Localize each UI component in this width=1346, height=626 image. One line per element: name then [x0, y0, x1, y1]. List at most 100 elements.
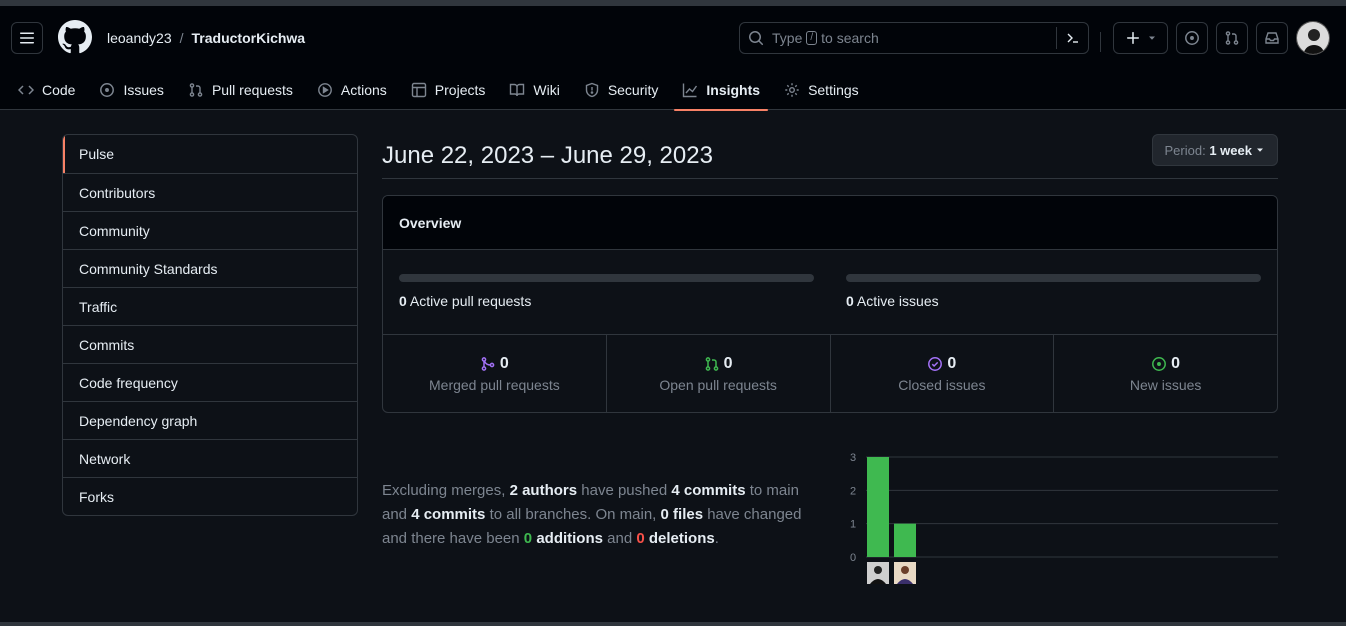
sidebar-item-commits[interactable]: Commits — [63, 325, 357, 363]
stat-label: Closed issues — [898, 376, 986, 393]
active-prs-count: 0 — [399, 293, 407, 309]
stat-label: Open pull requests — [659, 376, 777, 393]
tab-label: Actions — [340, 82, 387, 98]
owner-link[interactable]: leoandy23 — [107, 30, 172, 46]
period-value: 1 week — [1209, 142, 1252, 158]
code-icon — [18, 85, 34, 95]
commit-summary: Excluding merges, 2 authors have pushed … — [382, 479, 822, 551]
issue-opened-icon — [1152, 356, 1167, 371]
chart-bar[interactable] — [867, 457, 889, 557]
open-prs-stat[interactable]: 0 Open pull requests — [605, 335, 830, 412]
tab-label: Wiki — [533, 82, 560, 98]
active-prs-summary[interactable]: 0 Active pull requests — [399, 274, 814, 309]
search-input[interactable]: Type / to search — [739, 22, 1089, 54]
search-placeholder-suffix: to search — [821, 30, 879, 46]
authors-count[interactable]: 2 authors — [510, 482, 578, 499]
files-count: 0 files — [660, 506, 704, 523]
active-prs-label: Active pull requests — [409, 293, 532, 309]
sidebar-item-community-standards[interactable]: Community Standards — [63, 249, 357, 287]
triangle-down-icon — [1257, 148, 1263, 152]
window-bottom-border — [0, 622, 1346, 626]
summary-text: to all branches. On main, — [489, 506, 657, 523]
notifications-button[interactable] — [1256, 22, 1288, 54]
terminal-icon — [1067, 33, 1078, 43]
your-issues-button[interactable] — [1176, 22, 1208, 54]
tab-label: Code — [42, 82, 76, 98]
closed-issues-stat[interactable]: 0 Closed issues — [829, 335, 1054, 412]
sidebar-item-traffic[interactable]: Traffic — [63, 287, 357, 325]
tab-label: Security — [607, 82, 659, 98]
active-issues-bar — [846, 274, 1261, 282]
chart-bar[interactable] — [894, 523, 916, 557]
sidebar-item-contributors[interactable]: Contributors — [63, 173, 357, 211]
sidebar-item-community[interactable]: Community — [63, 211, 357, 249]
tab-code[interactable]: Code — [10, 70, 83, 110]
repo-link[interactable]: TraductorKichwa — [192, 30, 306, 46]
avatar-image — [1297, 22, 1329, 54]
tab-insights[interactable]: Insights — [674, 70, 768, 111]
tab-label: Insights — [706, 82, 761, 98]
author-avatar[interactable] — [867, 562, 889, 584]
table-icon — [411, 82, 426, 98]
menu-button[interactable] — [11, 22, 43, 54]
inbox-icon — [1265, 32, 1279, 44]
overview-stats: 0 Merged pull requests 0 Open pull reque… — [383, 335, 1277, 412]
active-issues-summary[interactable]: 0 Active issues — [846, 274, 1261, 309]
tab-settings[interactable]: Settings — [776, 70, 867, 110]
summary-text: . — [714, 530, 719, 547]
stat-label: New issues — [1129, 376, 1202, 393]
graph-icon — [683, 83, 698, 98]
your-pull-requests-button[interactable] — [1216, 22, 1248, 54]
commits-all-count[interactable]: 4 commits — [411, 506, 485, 523]
issue-opened-icon — [100, 83, 115, 97]
stat-label: Merged pull requests — [429, 376, 560, 393]
insights-sidebar: Pulse Contributors Community Community S… — [62, 134, 358, 516]
sidebar-item-code-frequency[interactable]: Code frequency — [63, 363, 357, 401]
summary-text: have pushed — [581, 482, 668, 499]
tab-label: Projects — [434, 82, 486, 98]
tab-pull-requests[interactable]: Pull requests — [180, 70, 301, 110]
tab-wiki[interactable]: Wiki — [501, 70, 567, 110]
tab-actions[interactable]: Actions — [309, 70, 395, 110]
book-icon — [510, 83, 525, 97]
sidebar-item-network[interactable]: Network — [63, 439, 357, 477]
create-new-button[interactable] — [1113, 22, 1168, 54]
chart-y-tick-label: 0 — [850, 552, 856, 564]
stat-count: 0 — [499, 354, 509, 372]
hamburger-icon — [20, 32, 34, 44]
repo-nav-tabs: Code Issues Pull requests Actions Projec… — [0, 70, 1346, 111]
deletions-word: deletions — [648, 530, 715, 547]
additions-word: additions — [536, 530, 603, 547]
issue-opened-icon — [1185, 31, 1199, 45]
sidebar-item-dependency-graph[interactable]: Dependency graph — [63, 401, 357, 439]
play-icon — [317, 83, 332, 97]
sidebar-item-forks[interactable]: Forks — [63, 477, 357, 515]
breadcrumb-separator: / — [179, 30, 184, 46]
period-select-button[interactable]: Period: 1 week — [1151, 134, 1278, 166]
commits-main-count[interactable]: 4 commits — [671, 482, 745, 499]
summary-text: and — [607, 530, 633, 547]
git-pull-request-icon — [1225, 31, 1239, 45]
merged-prs-stat[interactable]: 0 Merged pull requests — [383, 335, 606, 412]
new-issues-stat[interactable]: 0 New issues — [1053, 335, 1277, 412]
sidebar-item-pulse[interactable]: Pulse — [63, 135, 357, 173]
additions-count: 0 — [523, 530, 533, 547]
triangle-down-icon — [1148, 36, 1155, 40]
search-icon — [749, 31, 764, 46]
active-issues-label: Active issues — [856, 293, 939, 309]
author-avatar[interactable] — [894, 562, 916, 584]
git-merge-icon — [481, 356, 495, 371]
user-avatar[interactable] — [1296, 21, 1330, 55]
github-logo-icon[interactable] — [58, 20, 92, 54]
tab-issues[interactable]: Issues — [91, 70, 171, 110]
tab-projects[interactable]: Projects — [403, 70, 494, 110]
git-pull-request-icon — [189, 83, 203, 97]
title-divider — [382, 178, 1278, 179]
issue-closed-icon — [928, 356, 943, 371]
gear-icon — [785, 83, 799, 97]
command-palette-button[interactable] — [1056, 27, 1088, 49]
header-divider — [1100, 32, 1101, 52]
tab-security[interactable]: Security — [576, 70, 667, 110]
git-pull-request-icon — [705, 356, 719, 371]
stat-count: 0 — [1171, 354, 1181, 372]
